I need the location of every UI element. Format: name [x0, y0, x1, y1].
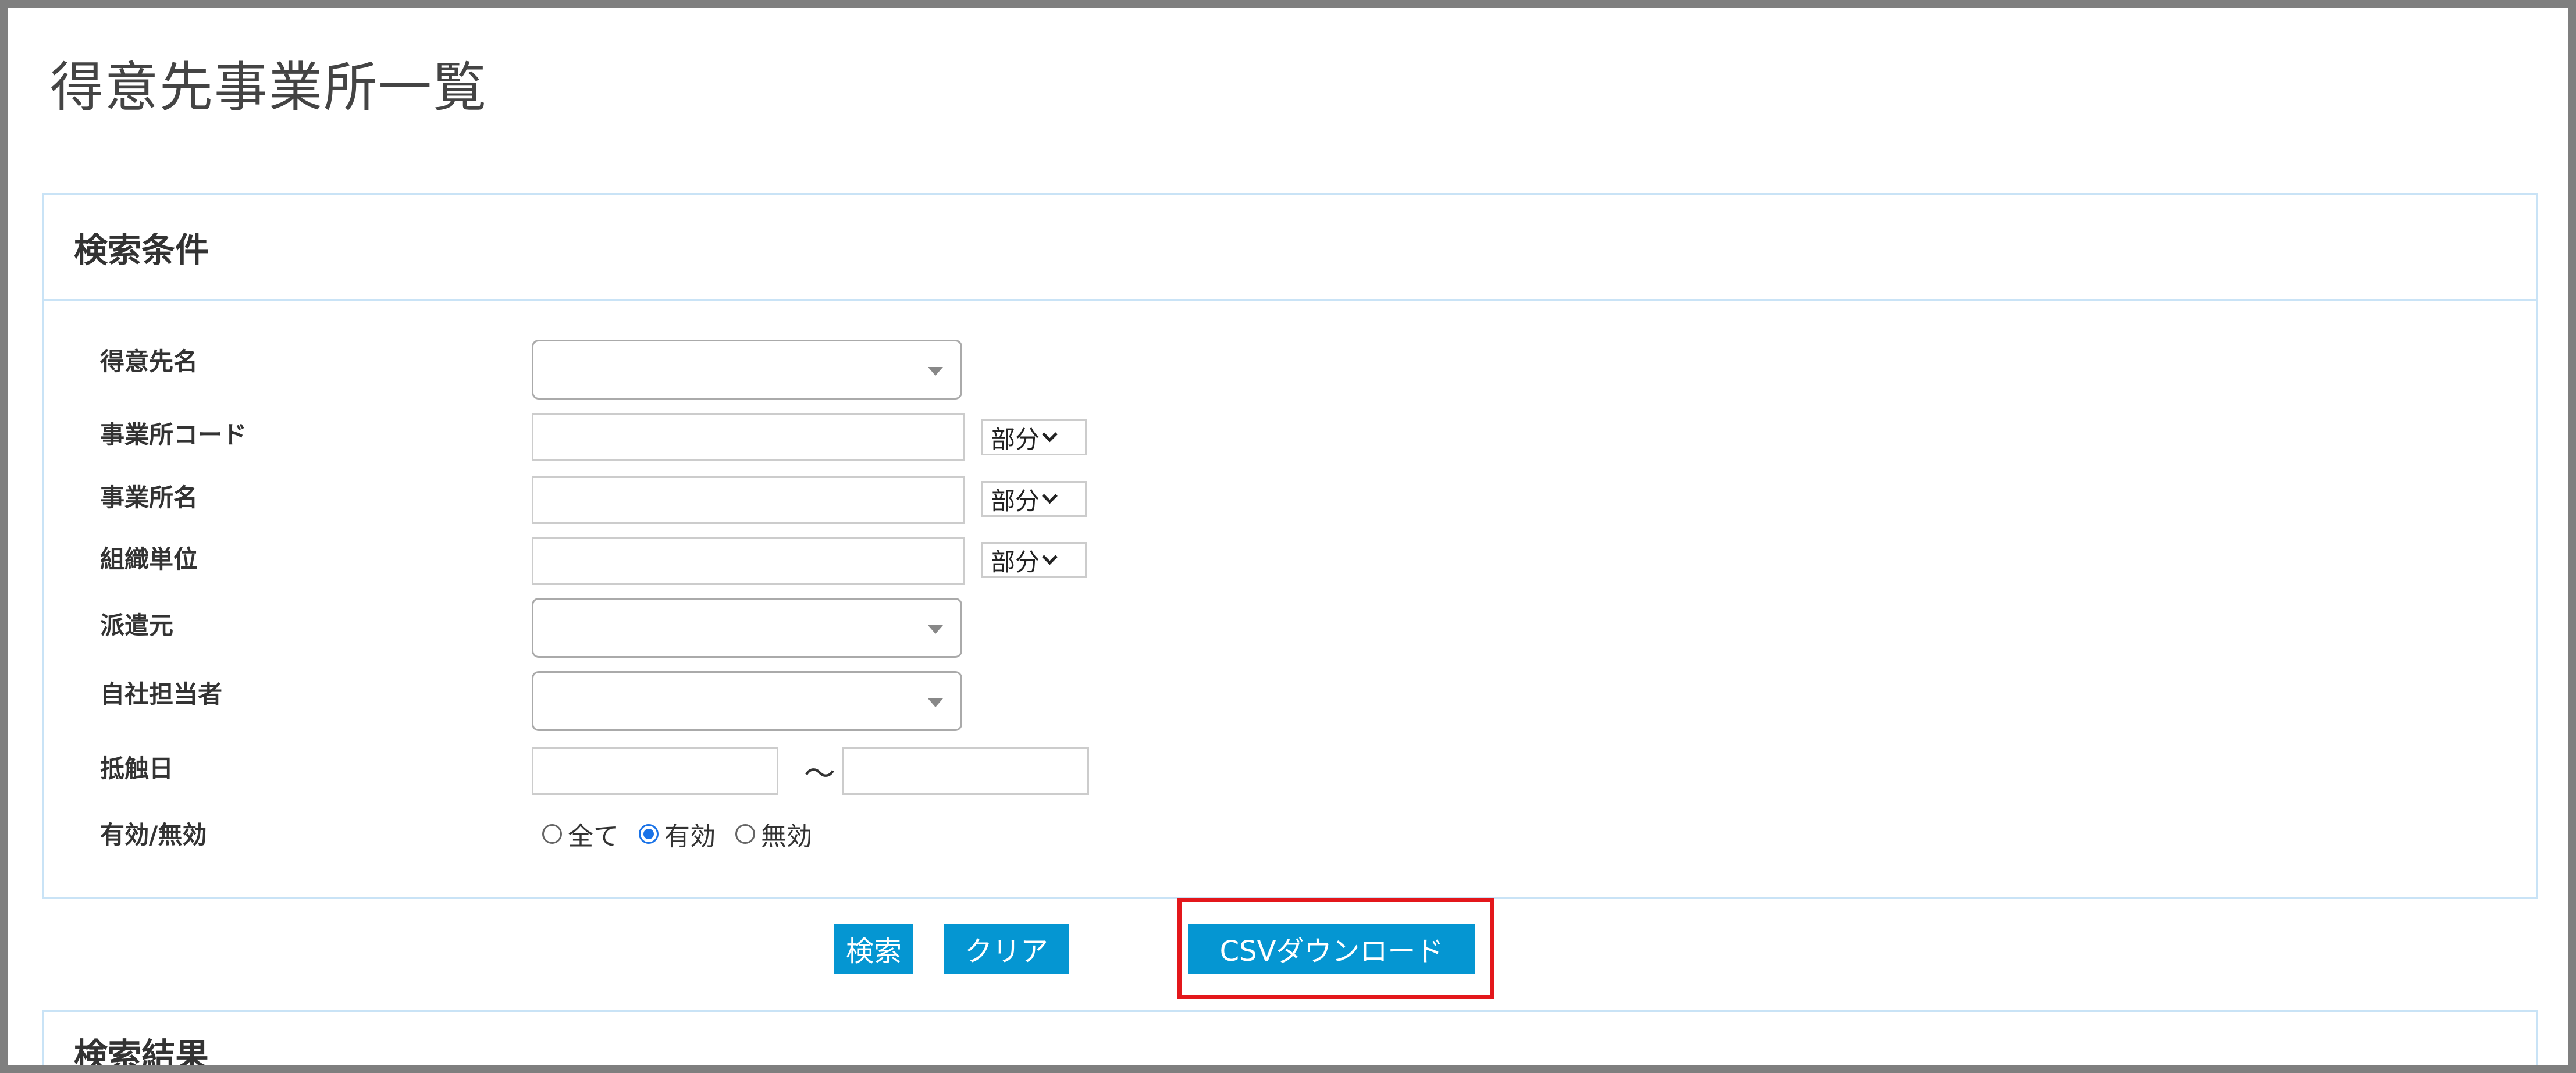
radio-option-active[interactable]: 有効	[639, 815, 716, 853]
window-frame: 得意先事業所一覧 検索条件 得意先名 事業所コード 事業所名 組織単位 派遣元 …	[0, 0, 2576, 1073]
date-range-separator: 〜	[804, 755, 835, 792]
dispatch-source-select[interactable]	[532, 598, 962, 658]
active-flag-label: 有効/無効	[100, 821, 207, 849]
page-title: 得意先事業所一覧	[50, 56, 488, 119]
dropdown-arrow-icon	[928, 367, 943, 376]
contact-date-label: 抵触日	[100, 754, 174, 783]
dispatch-source-label: 派遣元	[100, 611, 174, 640]
radio-option-inactive[interactable]: 無効	[735, 815, 812, 853]
radio-label-all: 全て	[568, 822, 619, 851]
office-code-match-value: 部分	[991, 425, 1040, 454]
csv-button-highlight-box	[1177, 898, 1494, 999]
org-unit-match-value: 部分	[991, 547, 1040, 576]
office-code-label: 事業所コード	[100, 420, 247, 449]
radio-button-checked[interactable]	[639, 824, 659, 844]
office-code-input[interactable]	[532, 413, 965, 461]
dropdown-arrow-icon	[928, 625, 943, 634]
office-name-label: 事業所名	[100, 483, 198, 512]
org-unit-match-select[interactable]: 部分	[981, 542, 1087, 578]
chevron-down-icon	[1042, 487, 1058, 504]
search-results-header: 検索結果	[44, 1012, 2536, 1073]
office-name-match-value: 部分	[991, 486, 1040, 515]
office-name-input[interactable]	[532, 476, 965, 524]
search-results-heading: 検索結果	[74, 1036, 209, 1073]
dropdown-arrow-icon	[928, 698, 943, 707]
chevron-down-icon	[1042, 548, 1058, 565]
active-flag-radio-group: 全て 有効 無効	[542, 815, 832, 853]
staff-in-charge-label: 自社担当者	[100, 680, 223, 708]
contact-date-to-input[interactable]	[842, 747, 1089, 795]
search-button[interactable]: 検索	[834, 924, 913, 974]
radio-button[interactable]	[542, 824, 562, 844]
office-name-match-select[interactable]: 部分	[981, 481, 1087, 517]
staff-in-charge-select[interactable]	[532, 671, 962, 731]
customer-name-select[interactable]	[532, 340, 962, 400]
radio-option-all[interactable]: 全て	[542, 815, 619, 853]
org-unit-input[interactable]	[532, 537, 965, 585]
search-conditions-header: 検索条件	[44, 195, 2536, 301]
org-unit-label: 組織単位	[100, 545, 198, 573]
contact-date-from-input[interactable]	[532, 747, 778, 795]
search-conditions-heading: 検索条件	[74, 230, 209, 270]
radio-button[interactable]	[735, 824, 755, 844]
office-code-match-select[interactable]: 部分	[981, 419, 1087, 455]
clear-button[interactable]: クリア	[944, 924, 1069, 974]
radio-label-inactive: 無効	[761, 822, 812, 851]
search-conditions-panel: 検索条件	[42, 193, 2538, 899]
chevron-down-icon	[1042, 426, 1058, 442]
radio-label-active: 有効	[664, 822, 716, 851]
customer-name-label: 得意先名	[100, 347, 198, 376]
search-results-panel: 検索結果	[42, 1010, 2538, 1073]
